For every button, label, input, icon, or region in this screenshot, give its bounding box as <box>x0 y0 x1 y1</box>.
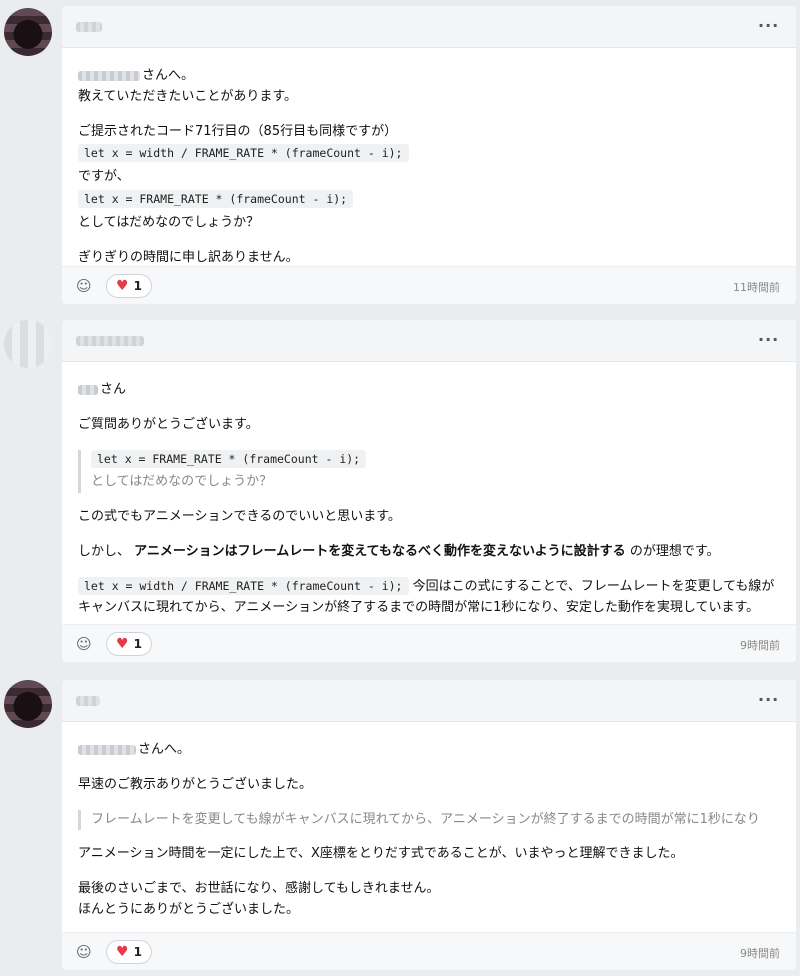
like-button[interactable]: ♥ 1 <box>106 940 152 964</box>
timestamp: 9時間前 <box>740 639 780 652</box>
comment-card: ··· さんへ。 教えていただきたいことがあります。 ご提示されたコード71行目… <box>62 6 796 304</box>
comment-text: としてはだめなのでしょうか？ <box>78 214 260 230</box>
inline-code: let x = width / FRAME_RATE * (frameCount… <box>78 576 409 595</box>
like-button[interactable]: ♥ 1 <box>106 632 152 656</box>
add-reaction-icon[interactable]: ☺ <box>76 943 96 963</box>
comment-text: アニメーション時間を一定にした上で、X座標をとりだす式であることが、いまやっと理… <box>78 846 684 862</box>
comment-card: ··· さんへ。 早速のご教示ありがとうございました。 フレームレートを変更して… <box>62 680 796 970</box>
more-horizontal-icon[interactable]: ··· <box>758 16 778 36</box>
comment-text: 教えていただきたいことがあります。 <box>78 88 298 104</box>
like-count: 1 <box>133 637 142 651</box>
heart-icon: ♥ <box>116 278 129 294</box>
mention-username[interactable] <box>78 744 136 755</box>
username[interactable] <box>76 22 102 32</box>
inline-code: let x = FRAME_RATE * (frameCount - i); <box>78 189 354 208</box>
comment-text: ほんとうにありがとうございました。 <box>78 901 300 917</box>
username[interactable] <box>76 696 100 706</box>
comment-text: のが理想です。 <box>629 543 720 559</box>
mention-username[interactable] <box>78 70 140 81</box>
comment-header: ··· <box>62 320 796 362</box>
heart-icon: ♥ <box>116 944 129 960</box>
mention-suffix: さん <box>100 382 127 397</box>
comment-card: ··· さん ご質問ありがとうございます。 let x = FRAME_RATE… <box>62 320 796 662</box>
avatar[interactable] <box>4 8 52 56</box>
comment-text: 早速のご教示ありがとうございました。 <box>78 776 313 792</box>
like-count: 1 <box>133 279 142 293</box>
add-reaction-icon[interactable]: ☺ <box>76 635 96 655</box>
comment-header: ··· <box>62 680 796 722</box>
more-horizontal-icon[interactable]: ··· <box>758 330 778 350</box>
comment-footer: ☺ ♥ 1 11時間前 <box>62 266 796 304</box>
comment-body: さんへ。 教えていただきたいことがあります。 ご提示されたコード71行目の（85… <box>62 48 796 286</box>
comment-text: この式でもアニメーションできるのでいいと思います。 <box>78 509 401 525</box>
quote-text: フレームレートを変更しても線がキャンバスに現れてから、アニメーションが終了するま… <box>91 811 760 827</box>
quote-block: let x = FRAME_RATE * (frameCount - i); と… <box>78 449 780 494</box>
comment-body: さんへ。 早速のご教示ありがとうございました。 フレームレートを変更しても線がキ… <box>62 722 796 939</box>
comment-text: ぎりぎりの時間に申し訳ありません。 <box>78 249 299 265</box>
username[interactable] <box>76 336 144 346</box>
avatar[interactable] <box>4 680 52 728</box>
comment-text: 最後のさいごまで、お世話になり、感謝してもしきれません。 <box>78 881 440 897</box>
comment-header: ··· <box>62 6 796 48</box>
inline-code: let x = FRAME_RATE * (frameCount - i); <box>91 449 367 468</box>
add-reaction-icon[interactable]: ☺ <box>76 277 96 297</box>
comment-text: しかし、 <box>78 543 131 559</box>
timestamp: 9時間前 <box>740 947 780 960</box>
inline-code: let x = width / FRAME_RATE * (frameCount… <box>78 144 409 163</box>
like-button[interactable]: ♥ 1 <box>106 274 152 298</box>
comment-footer: ☺ ♥ 1 9時間前 <box>62 932 796 970</box>
avatar[interactable] <box>4 320 52 368</box>
mention-username[interactable] <box>78 384 98 395</box>
more-horizontal-icon[interactable]: ··· <box>758 690 778 710</box>
quote-text: としてはだめなのでしょうか？ <box>91 474 273 490</box>
comment-text: ご質問ありがとうございます。 <box>78 416 259 432</box>
comment-footer: ☺ ♥ 1 9時間前 <box>62 624 796 662</box>
mention-suffix: さんへ。 <box>138 742 191 757</box>
timestamp: 11時間前 <box>733 281 780 294</box>
comment-body: さん ご質問ありがとうございます。 let x = FRAME_RATE * (… <box>62 362 796 636</box>
like-count: 1 <box>133 945 142 959</box>
heart-icon: ♥ <box>116 636 129 652</box>
comment-text: ですが、 <box>78 169 130 185</box>
quote-block: フレームレートを変更しても線がキャンバスに現れてから、アニメーションが終了するま… <box>78 809 780 831</box>
mention-suffix: さんへ。 <box>142 68 195 83</box>
bold-text: アニメーションはフレームレートを変えてもなるべく動作を変えないように設計する <box>134 543 626 559</box>
comment-text: ご提示されたコード71行目の（85行目も同様ですが） <box>78 123 398 139</box>
